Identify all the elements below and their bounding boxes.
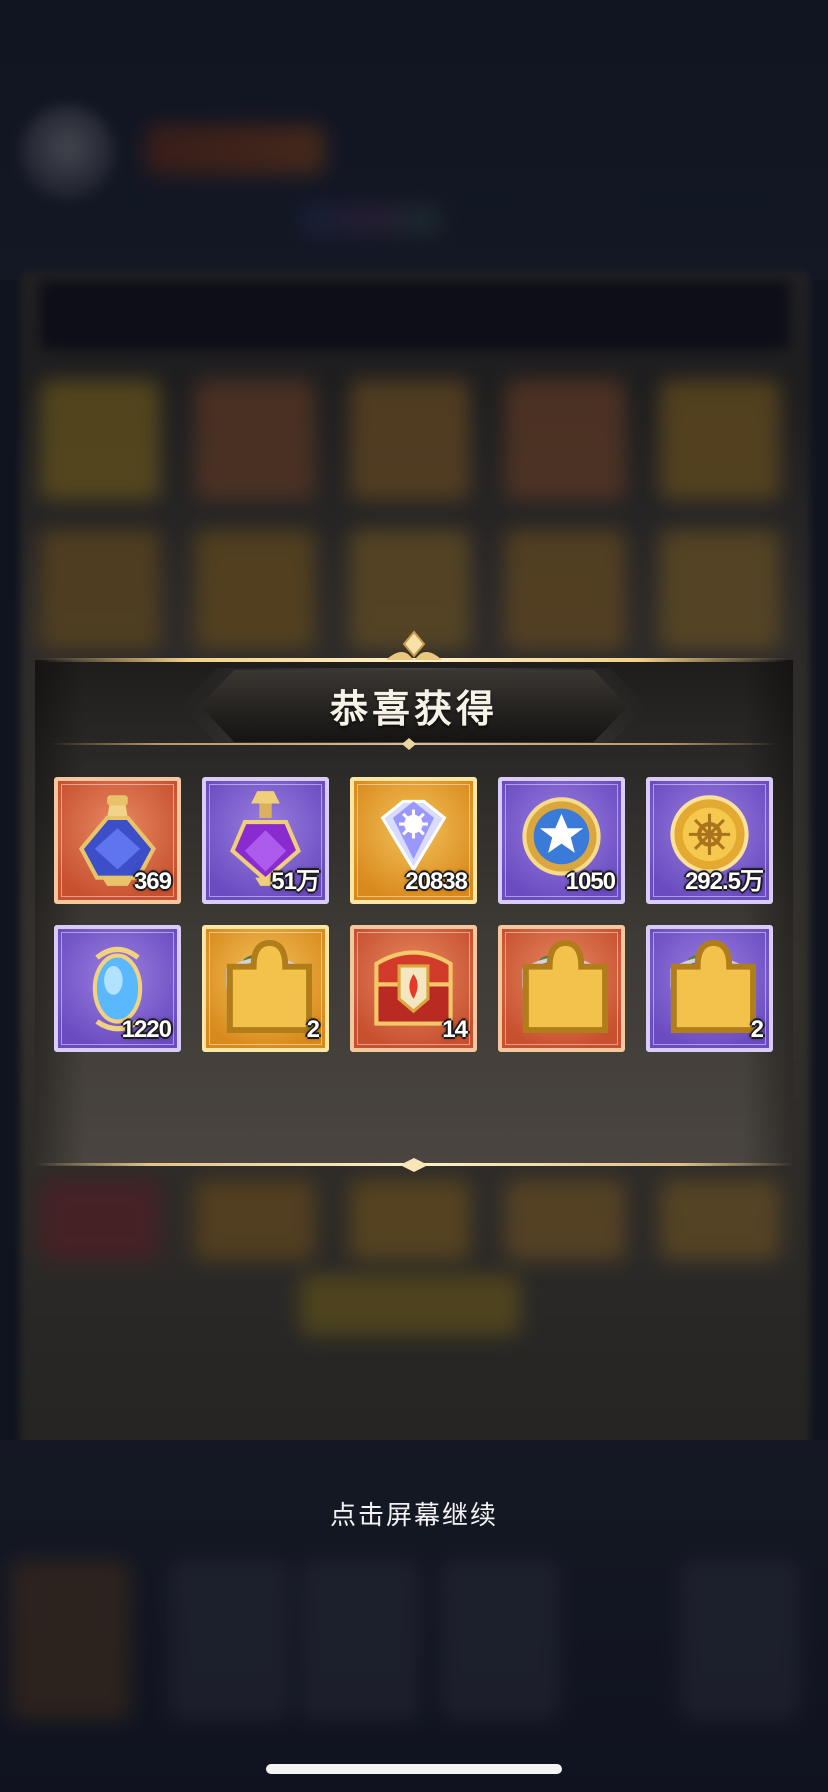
item-quantity: 2 <box>306 1016 320 1043</box>
puzzle-piece-icon <box>670 939 757 1034</box>
tap-to-continue-hint[interactable]: 点击屏幕继续 <box>0 1495 828 1532</box>
reward-item-gold-coin[interactable]: 292.5万 <box>646 777 773 904</box>
reward-item-diamond-gem[interactable]: 20838 <box>350 777 477 904</box>
reward-item-gold-chest[interactable]: 2 <box>202 925 329 1052</box>
item-quantity: 2 <box>750 1016 764 1043</box>
item-quantity: 51万 <box>271 868 320 895</box>
item-quantity: 369 <box>133 868 172 895</box>
puzzle-piece-icon <box>522 939 609 1034</box>
item-quantity: 14 <box>442 1016 468 1043</box>
reward-item-flame-chest[interactable]: 14 <box>350 925 477 1052</box>
reward-item-purple-potion[interactable]: 51万 <box>202 777 329 904</box>
item-quantity: 20838 <box>405 868 468 895</box>
item-quantity: 292.5万 <box>684 868 764 895</box>
reward-item-blue-crystal[interactable]: 1220 <box>54 925 181 1052</box>
reward-item-purple-chest[interactable]: 2 <box>646 925 773 1052</box>
reward-item-blue-potion[interactable]: 369 <box>54 777 181 904</box>
crest-ornament-icon <box>386 630 442 660</box>
dialog-title: 恭喜获得 <box>329 688 498 731</box>
item-quantity: 1050 <box>565 868 616 895</box>
reward-item-red-chest[interactable] <box>498 925 625 1052</box>
reward-item-star-coin[interactable]: 1050 <box>498 777 625 904</box>
puzzle-piece-icon <box>226 939 313 1034</box>
item-quantity: 1220 <box>121 1016 172 1043</box>
home-indicator[interactable] <box>266 1764 562 1774</box>
